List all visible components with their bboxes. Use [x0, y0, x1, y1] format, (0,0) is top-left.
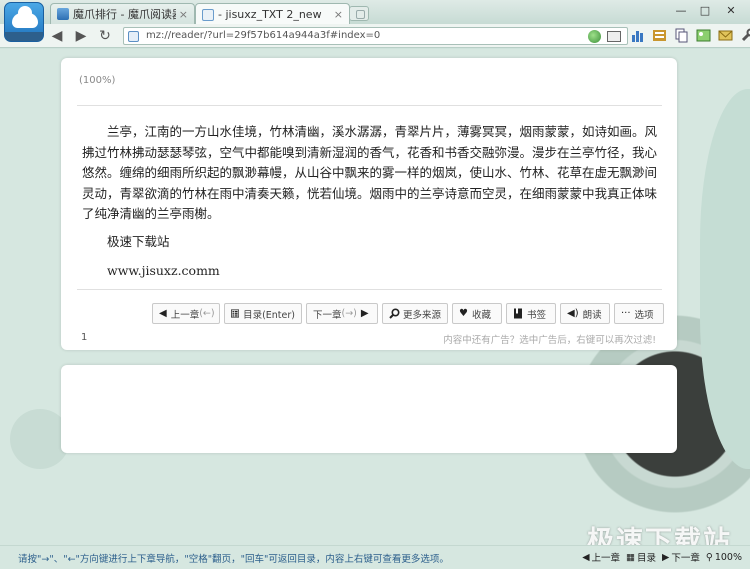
next-page-card: [61, 365, 677, 453]
status-prev-button[interactable]: ◀ 上一章: [582, 550, 620, 565]
left-arrow-icon: ◀: [582, 551, 590, 563]
status-toc-button[interactable]: ▦ 目录: [626, 550, 656, 565]
globe-icon[interactable]: [588, 30, 601, 43]
page-icon: [128, 31, 139, 42]
search-icon: ⚲: [705, 551, 713, 563]
favorite-button[interactable]: ♥ 收藏: [452, 303, 502, 324]
forward-icon[interactable]: ▶: [72, 27, 90, 45]
back-icon[interactable]: ◀: [48, 27, 66, 45]
app-logo-icon[interactable]: [4, 2, 44, 42]
paragraph: 兰亭，江南的一方山水佳境，竹林清幽，溪水潺潺，青翠片片，薄雾冥冥，烟雨蒙蒙，如诗…: [82, 124, 658, 221]
status-next-button[interactable]: ▶ 下一章: [662, 550, 700, 565]
copy-icon[interactable]: [674, 28, 689, 43]
notes-icon[interactable]: [652, 28, 667, 43]
status-hint: 请按"→"、"←"方向键进行上下章导航，"空格"翻页，"回车"可返回目录，内容上…: [18, 554, 449, 565]
prev-chapter-button[interactable]: ◀ 上一章 (←): [152, 303, 220, 324]
search-icon: [389, 308, 400, 319]
right-arrow-icon: ▶: [662, 551, 670, 563]
ad-filter-tip[interactable]: 内容中还有广告？选中广告后，右键可以再次过滤!: [443, 332, 656, 346]
tab-close-icon[interactable]: ×: [179, 8, 188, 21]
divider: [77, 289, 662, 290]
zoom-level[interactable]: ⚲ 100%: [706, 552, 742, 563]
title-bar: 魔爪排行 - 魔爪阅读器 × - jisuxz_TXT 2_new × — □ …: [0, 0, 750, 25]
reader-toolbar: ◀ 上一章 (←) 目录(Enter) 下一章 (→) ▶ 更多来源 ♥ 收藏 …: [152, 303, 664, 324]
status-bar: 请按"→"、"←"方向键进行上下章导航，"空格"翻页，"回车"可返回目录，内容上…: [0, 545, 750, 569]
wrench-icon[interactable]: [740, 28, 750, 43]
reader-card: (100%) 兰亭，江南的一方山水佳境，竹林清幽，溪水潺潺，青翠片片，薄雾冥冥，…: [61, 58, 677, 350]
zoom-label: (100%): [79, 75, 116, 86]
page-icon: [202, 8, 214, 21]
window-controls: — □ ✕: [670, 2, 744, 18]
bookmark-icon: [514, 308, 522, 319]
tab-title: 魔爪排行 - 魔爪阅读器: [73, 8, 176, 21]
bookmark-button[interactable]: 书签: [506, 303, 556, 324]
list-icon: [231, 309, 240, 318]
more-icon: ···: [621, 308, 631, 319]
navigation-bar: ◀ ▶ ↻ mz://reader/?url=29f57b614a944a3f#…: [0, 24, 750, 48]
tab-close-icon[interactable]: ×: [334, 8, 343, 21]
paragraph: 极速下载站: [107, 233, 170, 249]
refresh-icon[interactable]: ↻: [96, 27, 114, 45]
maximize-button[interactable]: □: [694, 2, 716, 18]
page-icon: [57, 8, 69, 20]
chapter-content: 兰亭，江南的一方山水佳境，竹林清幽，溪水潺潺，青翠片片，薄雾冥冥，烟雨蒙蒙，如诗…: [82, 122, 662, 282]
right-arrow-icon: ▶: [360, 308, 369, 319]
address-bar[interactable]: mz://reader/?url=29f57b614a944a3f#index=…: [123, 27, 628, 45]
tab-title: - jisuxz_TXT 2_new: [218, 8, 322, 21]
next-chapter-button[interactable]: 下一章 (→) ▶: [306, 303, 378, 324]
picture-icon[interactable]: [696, 28, 711, 43]
minimize-button[interactable]: —: [670, 2, 692, 18]
tab-ranking[interactable]: 魔爪排行 - 魔爪阅读器 ×: [50, 3, 195, 24]
reader-background: (100%) 兰亭，江南的一方山水佳境，竹林清幽，溪水潺潺，青翠片片，薄雾冥冥，…: [0, 49, 750, 545]
mail-icon[interactable]: [718, 28, 733, 43]
new-tab-button[interactable]: [349, 6, 369, 21]
reader-mode-icon[interactable]: [607, 31, 621, 42]
address-text[interactable]: mz://reader/?url=29f57b614a944a3f#index=…: [146, 30, 380, 41]
paragraph: www.jisuxz.comm: [107, 263, 220, 278]
heart-icon: ♥: [459, 308, 468, 319]
chart-icon[interactable]: [630, 28, 645, 43]
page-number: 1: [81, 332, 88, 343]
toolbar-icons: [630, 28, 750, 43]
left-arrow-icon: ◀: [159, 308, 167, 319]
more-sources-button[interactable]: 更多来源: [382, 303, 448, 324]
list-icon: ▦: [626, 551, 636, 563]
speaker-icon: ◀): [567, 308, 579, 319]
divider: [77, 105, 662, 106]
toc-button[interactable]: 目录(Enter): [224, 303, 302, 324]
read-aloud-button[interactable]: ◀) 朗读: [560, 303, 610, 324]
tab-reader[interactable]: - jisuxz_TXT 2_new ×: [195, 3, 350, 25]
status-controls: ◀ 上一章 ▦ 目录 ▶ 下一章 ⚲ 100%: [582, 550, 742, 565]
close-window-button[interactable]: ✕: [718, 2, 744, 18]
options-button[interactable]: ··· 选项: [614, 303, 664, 324]
